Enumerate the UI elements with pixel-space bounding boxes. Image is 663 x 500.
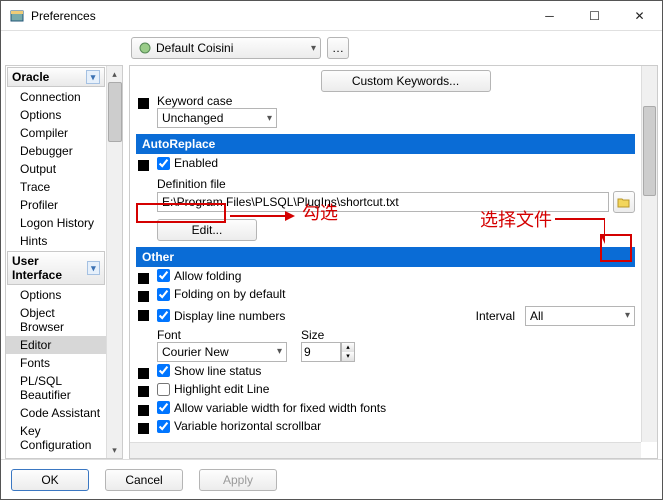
maximize-button[interactable]: ☐ [572, 1, 617, 31]
sidebar-item[interactable]: Logon History [6, 214, 106, 232]
deffile-input[interactable] [157, 192, 609, 212]
highlight-edit-checkbox[interactable]: Highlight edit Line [157, 382, 269, 396]
main-scrollbar-h[interactable] [130, 442, 641, 458]
sidebar-item[interactable]: Options [6, 286, 106, 304]
hscroll-checkbox[interactable]: Variable horizontal scrollbar [157, 419, 321, 433]
cancel-button[interactable]: Cancel [105, 469, 183, 491]
collapse-toggle[interactable] [138, 98, 149, 109]
chevron-down-icon: ▾ [311, 43, 316, 54]
edit-button[interactable]: Edit... [157, 219, 257, 241]
autoreplace-header: AutoReplace [136, 134, 635, 154]
collapse-toggle[interactable] [138, 368, 149, 379]
enabled-checkbox[interactable]: Enabled [157, 156, 218, 170]
sidebar-group-header[interactable]: Oracle▾ [7, 67, 105, 87]
font-select[interactable]: Courier New▾ [157, 342, 287, 362]
sidebar-item[interactable]: Options [6, 106, 106, 124]
collapse-toggle[interactable] [138, 405, 149, 416]
interval-select[interactable]: All▾ [525, 306, 635, 326]
folder-open-icon [617, 196, 631, 208]
app-icon [9, 8, 25, 24]
profile-more-button[interactable]: … [327, 37, 349, 59]
collapse-toggle[interactable] [138, 310, 149, 321]
apply-button[interactable]: Apply [199, 469, 277, 491]
collapse-icon: ▾ [86, 70, 100, 84]
sidebar-group-header[interactable]: User Interface▾ [7, 251, 105, 285]
minimize-button[interactable]: ─ [527, 1, 572, 31]
allow-folding-checkbox[interactable]: Allow folding [157, 269, 241, 283]
sidebar-item[interactable]: Fonts [6, 354, 106, 372]
var-width-checkbox[interactable]: Allow variable width for fixed width fon… [157, 401, 386, 415]
collapse-toggle[interactable] [138, 386, 149, 397]
sidebar-item[interactable]: Output [6, 160, 106, 178]
interval-label: Interval [476, 309, 515, 323]
collapse-toggle[interactable] [138, 160, 149, 171]
sidebar-item[interactable]: Trace [6, 178, 106, 196]
collapse-toggle[interactable] [138, 423, 149, 434]
browse-file-button[interactable] [613, 191, 635, 213]
size-spinner[interactable]: ▴▾ [341, 342, 355, 362]
custom-keywords-button[interactable]: Custom Keywords... [321, 70, 491, 92]
window-title: Preferences [31, 9, 527, 23]
sidebar-item[interactable]: PL/SQL Beautifier [6, 372, 106, 404]
sidebar-item[interactable]: Profiler [6, 196, 106, 214]
folding-default-checkbox[interactable]: Folding on by default [157, 287, 285, 301]
ok-button[interactable]: OK [11, 469, 89, 491]
profile-combo[interactable]: Default Coisini ▾ [131, 37, 321, 59]
keyword-case-select[interactable]: Unchanged▾ [157, 108, 277, 128]
profile-icon [138, 41, 152, 55]
close-button[interactable]: ✕ [617, 1, 662, 31]
font-label: Font [157, 328, 287, 342]
sidebar-item[interactable]: Code Assistant [6, 404, 106, 422]
line-status-checkbox[interactable]: Show line status [157, 364, 261, 378]
collapse-icon: ▾ [87, 261, 100, 275]
sidebar: Oracle▾ConnectionOptionsCompilerDebugger… [5, 65, 123, 459]
sidebar-scrollbar[interactable]: ▴▾ [106, 66, 122, 458]
main-panel: Custom Keywords... Keyword case Unchange… [129, 65, 658, 459]
line-numbers-checkbox[interactable]: Display line numbers [157, 309, 285, 323]
size-label: Size [301, 328, 355, 342]
sidebar-item[interactable]: Editor [6, 336, 106, 354]
sidebar-item[interactable]: Compiler [6, 124, 106, 142]
main-scrollbar-v[interactable] [641, 66, 657, 442]
sidebar-item[interactable]: Hints [6, 232, 106, 250]
sidebar-item[interactable]: Key Configuration [6, 422, 106, 454]
collapse-toggle[interactable] [138, 273, 149, 284]
sidebar-item[interactable]: Connection [6, 88, 106, 106]
size-input[interactable] [301, 342, 341, 362]
keyword-case-label: Keyword case [157, 94, 635, 108]
deffile-label: Definition file [157, 177, 635, 191]
sidebar-item[interactable]: Object Browser [6, 304, 106, 336]
other-header: Other [136, 247, 635, 267]
collapse-toggle[interactable] [138, 291, 149, 302]
sidebar-item[interactable]: Debugger [6, 142, 106, 160]
